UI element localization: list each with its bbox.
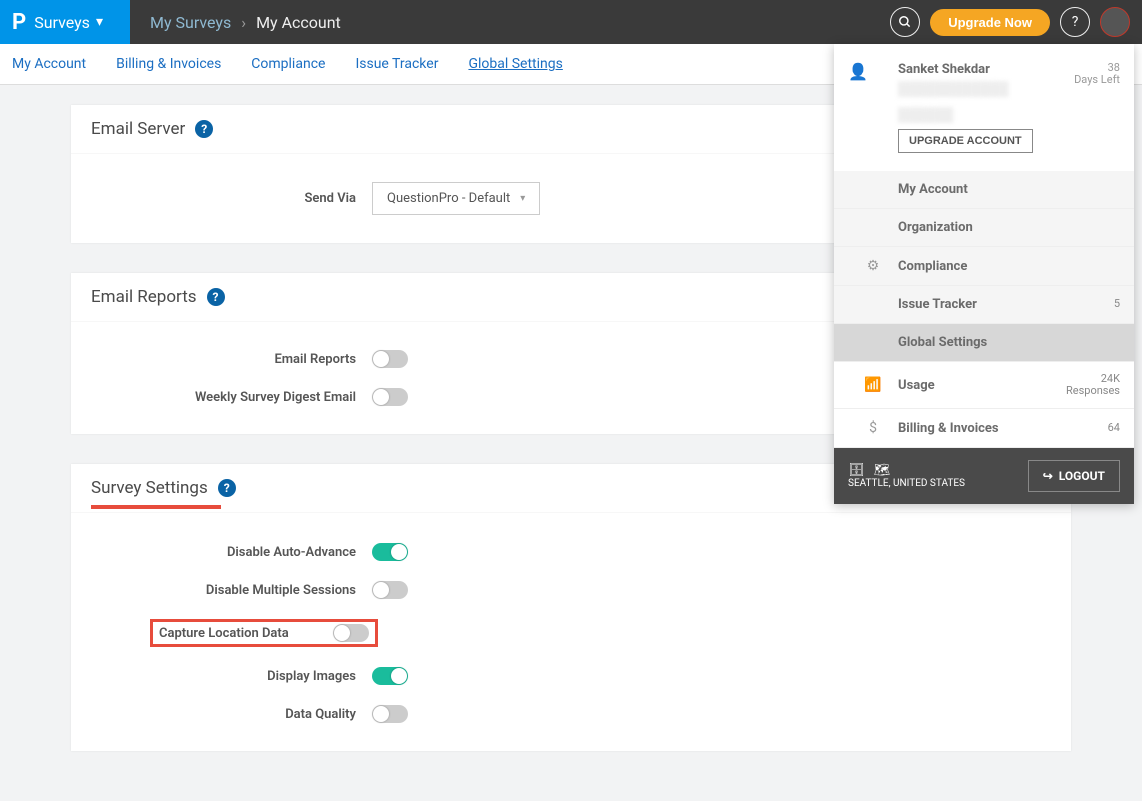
toggle-switch[interactable]: [333, 624, 369, 642]
setting-label: Weekly Survey Digest Email: [91, 390, 372, 405]
sub-nav-tab[interactable]: Issue Tracker: [355, 56, 438, 72]
panel-title: Email Reports: [91, 287, 197, 307]
sub-nav-tab[interactable]: Billing & Invoices: [116, 56, 221, 72]
user-icon: 👤: [848, 62, 898, 153]
help-icon[interactable]: ?: [195, 120, 213, 138]
menu-icon: ⚙: [848, 258, 898, 274]
sub-nav-tab[interactable]: Global Settings: [468, 56, 562, 72]
brand-area[interactable]: P Surveys ▾: [0, 0, 130, 44]
sub-nav-tab[interactable]: Compliance: [251, 56, 325, 72]
setting-label: Email Reports: [91, 352, 372, 367]
panel-title: Survey Settings: [91, 478, 208, 498]
profile-menu-item[interactable]: 📶Usage24KResponses: [834, 362, 1134, 409]
highlight-box: Capture Location Data: [150, 619, 378, 647]
profile-menu-item[interactable]: Global Settings: [834, 324, 1134, 362]
highlight-underline: [91, 505, 221, 509]
profile-menu-item[interactable]: My Account: [834, 171, 1134, 209]
menu-label: Compliance: [898, 259, 1120, 274]
profile-email: ████████████: [898, 81, 1074, 97]
toggle-switch[interactable]: [372, 705, 408, 723]
profile-name: Sanket Shekdar: [898, 62, 1074, 77]
panel-title: Email Server: [91, 119, 185, 139]
panel-survey-settings: Survey Settings ? Disable Auto-Advance Di…: [71, 464, 1071, 751]
sub-nav-tab[interactable]: My Account: [12, 56, 86, 72]
profile-avatar[interactable]: [1100, 7, 1130, 37]
menu-value: 64: [1108, 422, 1120, 434]
send-via-select[interactable]: QuestionPro - Default ▾: [372, 182, 540, 215]
setting-label: Display Images: [91, 669, 372, 684]
breadcrumb: My Surveys › My Account: [130, 13, 341, 32]
toggle-switch[interactable]: [372, 543, 408, 561]
profile-menu-item[interactable]: Issue Tracker5: [834, 286, 1134, 324]
logout-icon: ↪: [1043, 469, 1053, 483]
breadcrumb-current: My Account: [256, 13, 341, 32]
upgrade-account-button[interactable]: UPGRADE ACCOUNT: [898, 129, 1033, 153]
setting-label: Data Quality: [91, 707, 372, 722]
toggle-switch[interactable]: [372, 388, 408, 406]
days-left-label: Days Left: [1074, 74, 1120, 86]
menu-label: Usage: [898, 378, 1066, 393]
menu-label: Organization: [898, 220, 1120, 235]
profile-dropdown: 👤 Sanket Shekdar ████████████ ██████ UPG…: [834, 44, 1134, 504]
setting-label: Capture Location Data: [159, 626, 289, 641]
menu-label: Billing & Invoices: [898, 421, 1108, 436]
help-icon[interactable]: ?: [218, 479, 236, 497]
menu-icon: 📶: [848, 377, 898, 393]
location-text: SEATTLE, UNITED STATES: [848, 478, 965, 489]
profile-menu-item[interactable]: ⚙Compliance: [834, 247, 1134, 286]
search-icon[interactable]: [890, 7, 920, 37]
chevron-right-icon: ›: [241, 13, 246, 32]
menu-label: My Account: [898, 182, 1120, 197]
chevron-down-icon: ▾: [520, 193, 525, 204]
setting-label: Disable Auto-Advance: [91, 545, 372, 560]
send-via-label: Send Via: [91, 191, 372, 206]
upgrade-button[interactable]: Upgrade Now: [930, 9, 1050, 36]
profile-menu-item[interactable]: $Billing & Invoices64: [834, 409, 1134, 448]
toggle-switch[interactable]: [372, 581, 408, 599]
brand-logo-icon: P: [12, 10, 26, 35]
help-icon[interactable]: ?: [207, 288, 225, 306]
menu-label: Global Settings: [898, 335, 1120, 350]
setting-label: Disable Multiple Sessions: [91, 583, 372, 598]
breadcrumb-parent[interactable]: My Surveys: [150, 13, 231, 32]
brand-text: Surveys: [34, 13, 90, 32]
chevron-down-icon: ▾: [96, 14, 103, 30]
toggle-switch[interactable]: [372, 350, 408, 368]
toggle-switch[interactable]: [372, 667, 408, 685]
menu-value: 24KResponses: [1066, 373, 1120, 397]
help-icon[interactable]: ?: [1060, 7, 1090, 37]
map-icon: 🗺: [874, 463, 891, 478]
profile-menu-item[interactable]: Organization: [834, 209, 1134, 247]
menu-value: 5: [1114, 298, 1120, 310]
menu-icon: $: [848, 420, 898, 436]
database-icon: 🗄: [848, 463, 865, 478]
menu-label: Issue Tracker: [898, 297, 1114, 312]
profile-plan: ██████: [898, 107, 1074, 123]
logout-button[interactable]: ↪ LOGOUT: [1028, 460, 1120, 492]
